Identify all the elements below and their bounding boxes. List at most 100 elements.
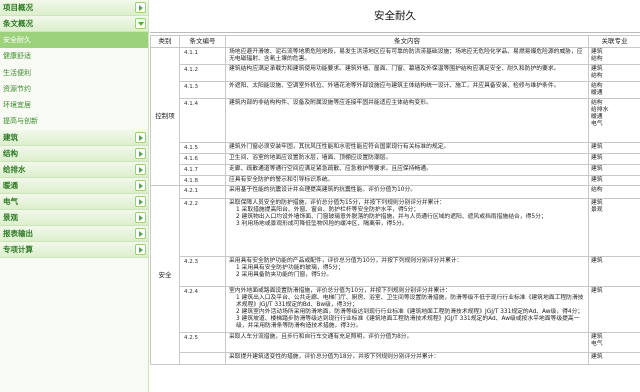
chevron-right-icon[interactable] (135, 243, 146, 255)
sidebar-group-project-overview[interactable]: 项目概况 (0, 0, 148, 16)
chevron-right-icon[interactable] (135, 2, 146, 13)
clause-content: 采用具有安全防护功能的产品或配件，评价总分值为10分，并按下列规则分别评分并累计… (225, 256, 589, 287)
clause-line: 采取保障人员安全的防护措施，评价总分值为15分，并按下列规则分别评分并累计： (229, 200, 446, 206)
chevron-right-icon[interactable] (135, 131, 146, 143)
clause-content: 室内外地面或路面设置防滑措施，评价总分值为10分，并按下列规则分别评分并累计： 1… (225, 286, 589, 333)
app-window: 项目概况 条文概况 安全耐久 健康舒适 生活便利 资源节约 环境宜居 提高与创新 建筑 结构… (0, 0, 640, 392)
clause-code: 4.1.3 (179, 81, 226, 99)
sidebar-group-label: 建筑 (3, 132, 18, 142)
table-row: 4.2.3 采用具有安全防护功能的产品或配件，评价总分值为10分，并按下列规则分别… (151, 256, 640, 287)
sidebar-item-list: 安全耐久 健康舒适 生活便利 资源节约 环境宜居 提高与创新 (0, 32, 148, 130)
table-row: 4.1.2 建筑结构应满足承载力和建筑使用功能要求。建筑外墙、屋面、门窗、幕墙及外… (151, 64, 640, 82)
clause-line: 3 利用场地或景观形成可降低坠物风险的缓冲区、隔离带，得5分。 (236, 221, 408, 227)
clause-content: 采取人车分流措施，且步行和自行车交通有充足照明，评价分值为8分。 (225, 332, 589, 353)
clause-content: 采用基于性能的抗震设计并合理提高建筑的抗震性能。评价分值为10分。 (225, 185, 589, 199)
clause-line: 3 建筑坡道、楼梯踏步防滑等级达到现行行业标准《建筑地面工程防滑技术规程》JGJ… (236, 316, 580, 329)
table-row: 4.2.4 室内外地面或路面设置防滑措施，评价总分值为10分，并按下列规则分别评分… (151, 286, 640, 333)
clause-code: 4.2.4 (179, 286, 226, 333)
clause-line: 1 采用具有安全防护功能的玻璃，得5分； (236, 265, 344, 271)
sidebar-group[interactable]: 给排水 (0, 161, 148, 178)
sidebar-group[interactable]: 暖通 (0, 177, 148, 194)
clause-profession: 建筑 结构 (588, 47, 640, 65)
category-control-cell: 控制项 (150, 47, 180, 186)
profession-tag: 建筑 (591, 66, 603, 72)
profession-tag: 电气 (591, 121, 603, 127)
chevron-right-icon[interactable] (135, 195, 146, 207)
sidebar-group-label: 结构 (3, 148, 18, 158)
clause-code: 4.2.2 (179, 198, 226, 257)
sidebar-item[interactable]: 提高与创新 (0, 113, 148, 130)
header-code: 条文编号 (179, 35, 226, 48)
clause-content: 采取保障人员安全的防护措施，评价总分值为15分，并按下列规则分别评分并累计： 1 … (225, 198, 589, 257)
category-safety-cell: 安全 (150, 185, 180, 365)
clause-content: 场地应避开滑坡、泥石流等地质危险地段，易发生洪涝地区应有可靠的防洪涝基础设施；场… (225, 47, 589, 65)
sidebar-group-clause-overview[interactable]: 条文概况 (0, 16, 148, 32)
clause-line: 采用具有安全防护功能的产品或配件，评价总分值为10分，并按下列规则分别评分并累计… (229, 258, 463, 264)
clause-line: 采取提升建筑适变性的措施，评价总分值为18分，并按下列规则分别评分并累计： (229, 354, 440, 360)
profession-tag: 建筑 (591, 200, 603, 206)
sidebar-group-label: 报表输出 (3, 228, 33, 238)
clause-profession: 建筑 (588, 352, 640, 365)
clause-line: 1 采取措施提高阳台、外窗、窗台、防护栏杆等安全防护水平，得5分； (236, 207, 420, 213)
table-row: 4.1.3 外遮阳、太阳能设施、空调室外机位、外墙花池等外部设施应与建筑主体结构统… (151, 81, 640, 99)
profession-tag: 结构 (591, 83, 603, 89)
table-row: 4.2.2 采取保障人员安全的防护措施，评价总分值为15分，并按下列规则分别评分并… (151, 198, 640, 257)
profession-tag: 结构 (591, 187, 603, 193)
clause-profession: 建筑 (588, 142, 640, 154)
chevron-right-icon[interactable] (135, 179, 146, 191)
profession-tag: 建筑 (591, 144, 603, 150)
table-row: 4.1.6 卫生间、浴室的地面应设置防水层，墙面、顶棚应设置防潮层。 建筑 (151, 153, 640, 165)
clause-content: 采取提升建筑适变性的措施，评价总分值为18分，并按下列规则分别评分并累计： (225, 352, 589, 365)
sidebar-group-label: 景观 (3, 212, 18, 222)
sidebar-group[interactable]: 专项计算 (0, 241, 148, 258)
sidebar-group-label: 暖通 (3, 180, 18, 190)
clause-code: 4.1.2 (179, 64, 226, 82)
profession-tag: 暖通 (591, 114, 603, 120)
clause-content: 外遮阳、太阳能设施、空调室外机位、外墙花池等外部设施应与建筑主体结构统一设计、施… (225, 81, 589, 99)
main-panel: 安全耐久 类别 条文编号 条文内容 关联专业 控制项 4.1.1 场地应避开滑坡、泥… (150, 0, 640, 392)
chevron-down-icon[interactable] (135, 18, 146, 29)
clause-profession: 建筑 结构 (588, 64, 640, 82)
table-row: 4.1.7 走廊、疏散通道等通行空间应满足紧急疏散、应急救护等要求，且应保持畅通。… (151, 164, 640, 176)
profession-tag: 建筑 (591, 288, 603, 294)
sidebar-item[interactable]: 资源节约 (0, 80, 148, 98)
sidebar-item[interactable]: 健康舒适 (0, 48, 148, 65)
clause-code: 4.1.6 (179, 153, 226, 165)
table-row: 4.2.5 采取人车分流措施，且步行和自行车交通有充足照明，评价分值为8分。 建筑电… (151, 332, 640, 353)
clause-content: 应具有安全防护的警示和引导标识系统。 (225, 175, 589, 186)
profession-tag: 暖通 (591, 90, 603, 96)
sidebar-group[interactable]: 建筑 (0, 129, 148, 146)
profession-tag: 建筑 (591, 177, 603, 183)
chevron-right-icon[interactable] (135, 163, 146, 175)
table-row: 4.1.8 应具有安全防护的警示和引导标识系统。 建筑 (151, 175, 640, 186)
table-row: 4.1.5 建筑外门窗必须安装牢固，其抗风压性能和水密性能应符合国家现行有关标准的… (151, 142, 640, 154)
page-title: 安全耐久 (150, 0, 640, 33)
sidebar-group-label: 条文概况 (3, 19, 33, 28)
table-header-row: 类别 条文编号 条文内容 关联专业 (150, 35, 640, 48)
profession-tag: 景观 (591, 207, 603, 213)
sidebar-group[interactable]: 报表输出 (0, 225, 148, 242)
sidebar-item[interactable]: 生活便利 (0, 64, 148, 81)
clause-code: 4.1.7 (179, 164, 226, 176)
chevron-right-icon[interactable] (135, 211, 146, 223)
table-row: 4.1.4 建筑内部的非结构构件、设备及附属设施等应连接牢固并能适应主体结构变形。… (151, 98, 640, 143)
chevron-right-icon[interactable] (135, 227, 146, 239)
clause-line: 1 建筑出入口及平台、公共走廊、电梯门厅、厨房、浴室、卫生间等设置防滑措施，防滑… (236, 295, 584, 308)
sidebar-group[interactable]: 电气 (0, 193, 148, 210)
clause-code: 4.2.5 (179, 332, 226, 353)
sidebar-item[interactable]: 环境宜居 (0, 97, 148, 114)
profession-tag: 电气 (591, 341, 603, 347)
sidebar-group-label: 项目概况 (3, 3, 33, 12)
sidebar-group[interactable]: 结构 (0, 145, 148, 162)
clause-profession: 结构 给排水 暖通 电气 (588, 98, 640, 143)
chevron-right-icon[interactable] (135, 147, 146, 159)
clause-content: 卫生间、浴室的地面应设置防水层，墙面、顶棚应设置防潮层。 (225, 153, 589, 165)
table-body: 控制项 4.1.1 场地应避开滑坡、泥石流等地质危险地段，易发生洪涝地区应有可靠的防… (150, 47, 640, 365)
clause-profession: 建筑 (588, 164, 640, 176)
sidebar-item[interactable]: 安全耐久 (0, 32, 148, 49)
clause-content: 走廊、疏散通道等通行空间应满足紧急疏散、应急救护等要求，且应保持畅通。 (225, 164, 589, 176)
sidebar-group[interactable]: 景观 (0, 209, 148, 226)
clause-profession: 建筑 (588, 153, 640, 165)
clause-profession: 建筑 (588, 256, 640, 287)
profession-tag: 结构 (591, 73, 603, 79)
